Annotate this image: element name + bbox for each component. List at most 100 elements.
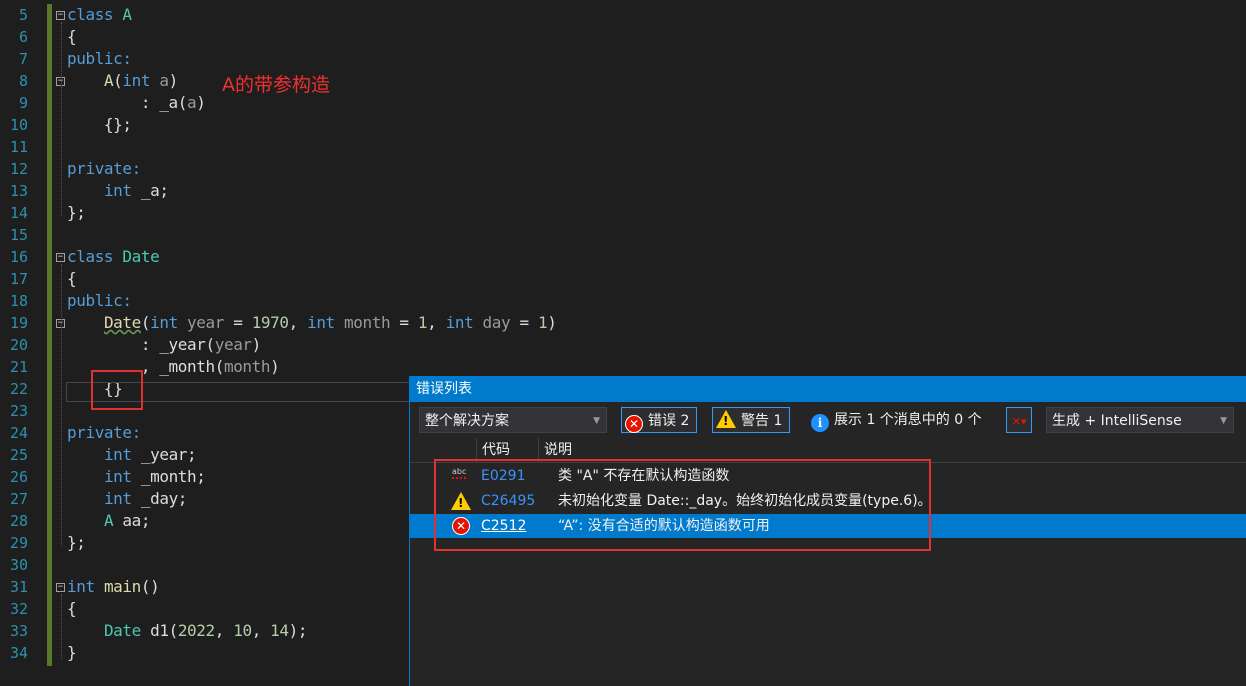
code-text: class A: [67, 4, 132, 26]
code-token: {: [67, 27, 77, 46]
code-token: 1970: [251, 313, 289, 332]
collapse-icon[interactable]: −: [56, 11, 65, 20]
line-number: 21: [9, 358, 28, 376]
code-token: day: [482, 313, 511, 332]
code-text: private:: [67, 422, 141, 444]
code-token: A: [122, 5, 132, 24]
code-token: int: [103, 181, 141, 200]
code-token: month: [344, 313, 391, 332]
code-text: A(int a): [67, 70, 178, 92]
code-token: };: [67, 533, 86, 552]
code-token: month: [223, 357, 271, 376]
code-text: class Date: [67, 246, 160, 268]
code-line[interactable]: 20 : _year(year): [0, 334, 1246, 356]
code-token: 1: [537, 313, 548, 332]
code-line[interactable]: 14};: [0, 202, 1246, 224]
code-token: _month;: [140, 467, 206, 486]
code-line[interactable]: 11: [0, 136, 1246, 158]
line-number: 16: [9, 248, 28, 266]
code-line[interactable]: 12 private:: [0, 158, 1246, 180]
code-token: ,: [288, 313, 308, 332]
error-list-panel: 错误列表 整个解决方案 ▼ ✕ 错误 2 ! 警告 1 i 展示 1 个消息中的 0 个…: [409, 376, 1246, 686]
code-token: a: [187, 93, 197, 112]
code-line[interactable]: 8 A(int a): [0, 70, 1246, 92]
indent-guide: [61, 264, 62, 546]
code-token: int: [103, 467, 141, 486]
code-token: class: [67, 5, 123, 24]
code-token: ): [168, 71, 179, 90]
line-number: 15: [9, 226, 28, 244]
code-line[interactable]: 7 public:: [0, 48, 1246, 70]
code-line[interactable]: 16 class Date: [0, 246, 1246, 268]
code-token: class: [67, 247, 123, 266]
code-text: A aa;: [67, 510, 151, 532]
code-token: public:: [67, 49, 132, 68]
code-text: {: [67, 598, 77, 620]
line-number: 25: [9, 446, 28, 464]
line-number: 34: [9, 644, 28, 662]
warnings-filter-button[interactable]: ! 警告 1: [712, 407, 791, 433]
collapse-icon[interactable]: −: [56, 583, 65, 592]
code-text: int _year;: [67, 444, 197, 466]
messages-filter-button[interactable]: i 展示 1 个消息中的 0 个: [807, 407, 986, 433]
panel-title[interactable]: 错误列表: [410, 376, 1246, 402]
code-token: (: [140, 313, 151, 332]
collapse-icon[interactable]: −: [56, 253, 65, 262]
code-line[interactable]: 19 Date(int year = 1970, int month = 1, …: [0, 312, 1246, 334]
code-line[interactable]: 9 : _a(a): [0, 92, 1246, 114]
filter-clear-icon: ✕▾: [1011, 415, 1027, 428]
source-value: 生成 + IntelliSense: [1052, 413, 1182, 429]
code-line[interactable]: 15: [0, 224, 1246, 246]
code-line[interactable]: 18 public:: [0, 290, 1246, 312]
code-token: _a;: [140, 181, 169, 200]
code-line[interactable]: 21 , _month(month): [0, 356, 1246, 378]
code-text: : _year(year): [67, 334, 261, 356]
code-text: Date(int year = 1970, int month = 1, int…: [67, 312, 557, 334]
code-token: );: [288, 621, 308, 640]
code-text: };: [67, 202, 86, 224]
line-number: 28: [9, 512, 28, 530]
clear-filter-button[interactable]: ✕▾: [1006, 407, 1032, 433]
code-text: }: [67, 642, 77, 664]
code-token: ,: [427, 313, 446, 332]
code-line[interactable]: 5 class A: [0, 4, 1246, 26]
messages-label: 展示 1 个消息中的 0 个: [834, 412, 982, 428]
code-token: _day;: [140, 489, 188, 508]
line-number: 24: [9, 424, 28, 442]
code-token: ,: [214, 621, 234, 640]
line-number: 29: [9, 534, 28, 552]
code-token: int: [67, 577, 104, 596]
error-icon: ✕: [625, 415, 643, 433]
code-token: {: [67, 269, 77, 288]
code-token: public:: [67, 291, 132, 310]
code-token: int: [103, 445, 141, 464]
code-token: ): [270, 357, 280, 376]
info-icon: i: [811, 414, 829, 432]
code-token: int: [122, 71, 160, 90]
source-dropdown[interactable]: 生成 + IntelliSense ▼: [1046, 407, 1234, 433]
errors-filter-button[interactable]: ✕ 错误 2: [621, 407, 698, 433]
line-number: 22: [9, 380, 28, 398]
code-line[interactable]: 17 {: [0, 268, 1246, 290]
error-list-toolbar: 整个解决方案 ▼ ✕ 错误 2 ! 警告 1 i 展示 1 个消息中的 0 个 ✕▾ 生…: [410, 404, 1246, 436]
code-token: =: [390, 313, 418, 332]
code-token: Date: [122, 247, 160, 266]
annotation-text: A的带参构造: [222, 74, 330, 96]
code-line[interactable]: 10 {};: [0, 114, 1246, 136]
code-token: =: [510, 313, 538, 332]
code-text: int _day;: [67, 488, 188, 510]
code-token: 2022: [177, 621, 215, 640]
line-number: 12: [9, 160, 28, 178]
line-number: 17: [9, 270, 28, 288]
code-token: _year;: [140, 445, 197, 464]
code-line[interactable]: 13 int _a;: [0, 180, 1246, 202]
scope-dropdown[interactable]: 整个解决方案 ▼: [419, 407, 607, 433]
code-token: int: [445, 313, 483, 332]
code-line[interactable]: 6{: [0, 26, 1246, 48]
code-text: int _a;: [67, 180, 169, 202]
